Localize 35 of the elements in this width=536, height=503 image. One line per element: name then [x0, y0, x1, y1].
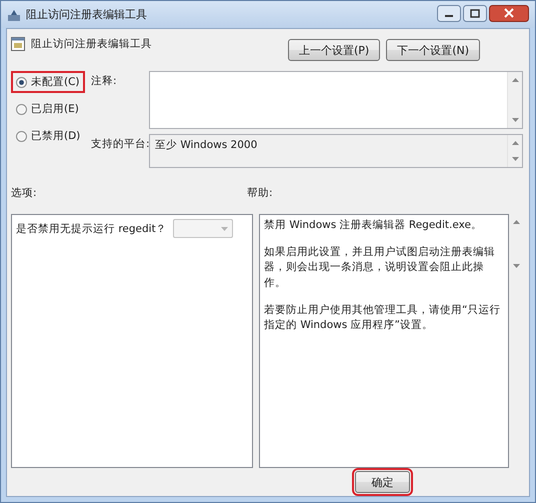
comment-field[interactable] — [149, 71, 523, 129]
radio-label: 已启用(E) — [31, 102, 79, 116]
policy-icon — [11, 37, 25, 51]
options-label: 选项: — [11, 186, 38, 200]
comment-label: 注释: — [91, 74, 118, 89]
nav-button[interactable]: 上一个设置(P) — [288, 39, 380, 61]
scrollbar[interactable] — [507, 72, 522, 128]
radio-button[interactable] — [16, 76, 27, 88]
app-icon — [7, 8, 21, 22]
radio-label: 未配置(C) — [31, 75, 80, 89]
platform-label: 支持的平台: — [91, 137, 149, 152]
scroll-up-icon[interactable] — [512, 141, 518, 145]
help-paragraph: 若要防止用户使用其他管理工具，请使用“只运行指定的 Windows 应用程序”设置。 — [264, 302, 502, 334]
close-button[interactable] — [489, 5, 529, 22]
window-title: 阻止访问注册表编辑工具 — [26, 7, 148, 22]
scroll-up-icon[interactable] — [512, 78, 518, 82]
minimize-button[interactable] — [437, 5, 461, 22]
radio-button[interactable] — [16, 104, 27, 114]
radio-button[interactable] — [16, 130, 27, 142]
ok-button[interactable]: 确定 — [355, 471, 410, 493]
caret-icon — [220, 226, 228, 230]
maximize-button[interactable] — [463, 5, 487, 22]
scroll-down-icon[interactable] — [512, 264, 520, 268]
radio-label: 已禁用(D) — [31, 129, 80, 143]
scroll-up-icon[interactable] — [512, 220, 520, 224]
nav-button[interactable]: 下一个设置(N) — [386, 39, 480, 61]
platform-value: 至少 Windows 2000 — [154, 138, 258, 153]
scroll-down-icon[interactable] — [512, 157, 518, 161]
option-label: 是否禁用无提示运行 regedit？ — [16, 222, 167, 236]
scroll-down-icon[interactable] — [512, 118, 518, 122]
policy-heading: 阻止访问注册表编辑工具 — [31, 37, 152, 51]
help-label: 帮助: — [247, 186, 273, 200]
scrollbar[interactable] — [507, 135, 522, 167]
help-paragraph: 禁用 Windows 注册表编辑器 Regedit.exe。 — [264, 218, 483, 233]
help-paragraph: 如果启用此设置，并且用户试图启动注册表编辑器，则会出现一条消息，说明设置会阻止此操作。 — [264, 245, 496, 291]
